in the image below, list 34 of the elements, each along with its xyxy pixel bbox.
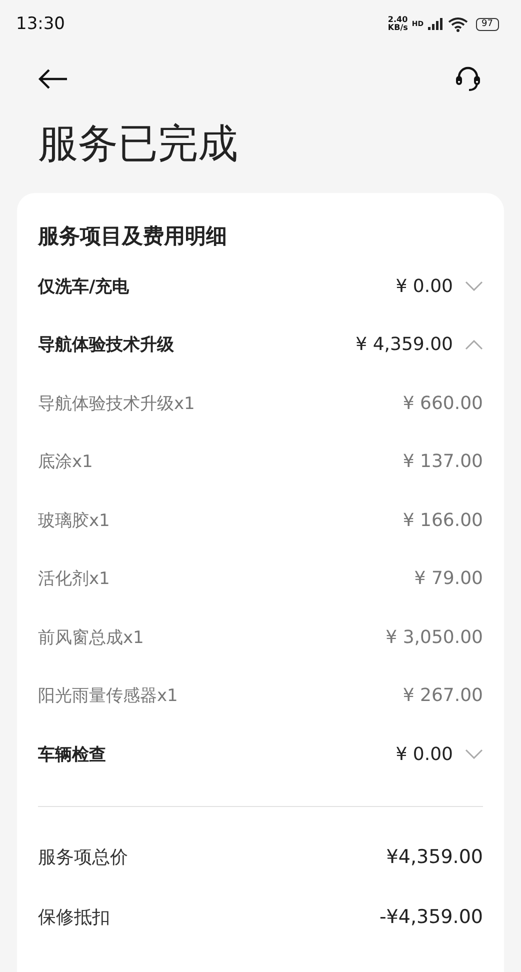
item-name: 玻璃胶x1	[38, 510, 110, 532]
service-group-name[interactable]: 仅洗车/充电	[38, 274, 130, 298]
chevron-up-icon[interactable]	[465, 340, 483, 350]
item-amount: ¥ 137.00	[402, 451, 483, 472]
chevron-down-icon[interactable]	[465, 749, 483, 760]
service-group-name[interactable]: 车辆检查	[38, 742, 106, 766]
group-amount: ¥ 0.00	[396, 276, 453, 297]
group-amount: ¥ 4,359.00	[356, 334, 453, 356]
item-name: 活化剂x1	[38, 568, 110, 590]
page-title: 服务已完成	[37, 120, 239, 169]
card-title: 服务项目及费用明细	[38, 223, 228, 250]
chevron-down-icon[interactable]	[465, 281, 483, 292]
headset-icon[interactable]	[453, 64, 483, 94]
item-name: 阳光雨量传感器x1	[38, 685, 178, 708]
signal-icon	[428, 18, 444, 30]
battery-indicator: 97	[476, 18, 499, 30]
status-time: 13:30	[16, 14, 65, 34]
summary-value: -¥4,359.00	[379, 906, 483, 928]
item-amount: ¥ 267.00	[402, 685, 483, 706]
summary-value: ¥4,359.00	[386, 846, 483, 868]
item-amount: ¥ 79.00	[414, 568, 483, 590]
summary-label: 保修抵扣	[38, 906, 110, 928]
network-speed: 2.40 KB/s	[388, 16, 408, 32]
summary-label: 服务项总价	[38, 846, 128, 868]
back-arrow-icon[interactable]	[38, 68, 68, 90]
service-group-name[interactable]: 导航体验技术升级	[38, 333, 174, 356]
item-amount: ¥ 660.00	[402, 392, 483, 414]
group-amount: ¥ 0.00	[396, 744, 453, 765]
wifi-icon	[448, 16, 468, 32]
item-amount: ¥ 3,050.00	[386, 626, 483, 648]
item-amount: ¥ 166.00	[402, 510, 483, 531]
item-name: 导航体验技术升级x1	[38, 392, 195, 415]
item-name: 底涂x1	[38, 451, 93, 474]
item-name: 前风窗总成x1	[38, 626, 144, 649]
